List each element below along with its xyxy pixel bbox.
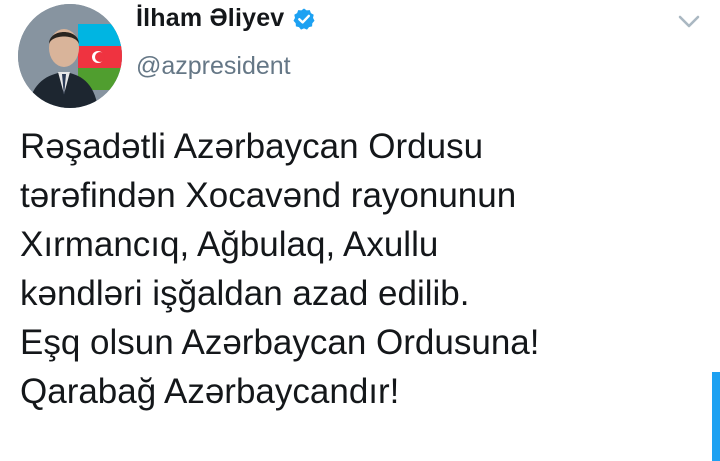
- tweet-text-line: Eşq olsun Azərbaycan Ordusuna!: [20, 323, 540, 362]
- chevron-down-icon[interactable]: [676, 12, 702, 32]
- tweet-card: İlham Əliyev @azpresident Rəşadətli Azər…: [0, 0, 720, 461]
- tweet-text-line: Qarabağ Azərbaycandır!: [20, 372, 400, 411]
- tweet-text-line: kəndləri işğaldan azad edilib.: [20, 274, 470, 313]
- author-handle[interactable]: @azpresident: [136, 52, 291, 81]
- tweet-text-line: Xırmancıq, Ağbulaq, Axullu: [20, 225, 439, 264]
- author-display-name[interactable]: İlham Əliyev: [136, 4, 284, 33]
- verified-badge-icon: [292, 7, 316, 31]
- author-name-row[interactable]: İlham Əliyev: [136, 4, 316, 33]
- tweet-text-line: tərəfindən Xocavənd rayonunun: [20, 176, 517, 215]
- avatar[interactable]: [18, 4, 122, 108]
- profile-photo-icon: [18, 4, 122, 108]
- tweet-text: Rəşadətli Azərbaycan Ordusu tərəfindən X…: [20, 122, 710, 416]
- tweet-text-line: Rəşadətli Azərbaycan Ordusu: [20, 127, 484, 166]
- scrollbar[interactable]: [712, 372, 720, 461]
